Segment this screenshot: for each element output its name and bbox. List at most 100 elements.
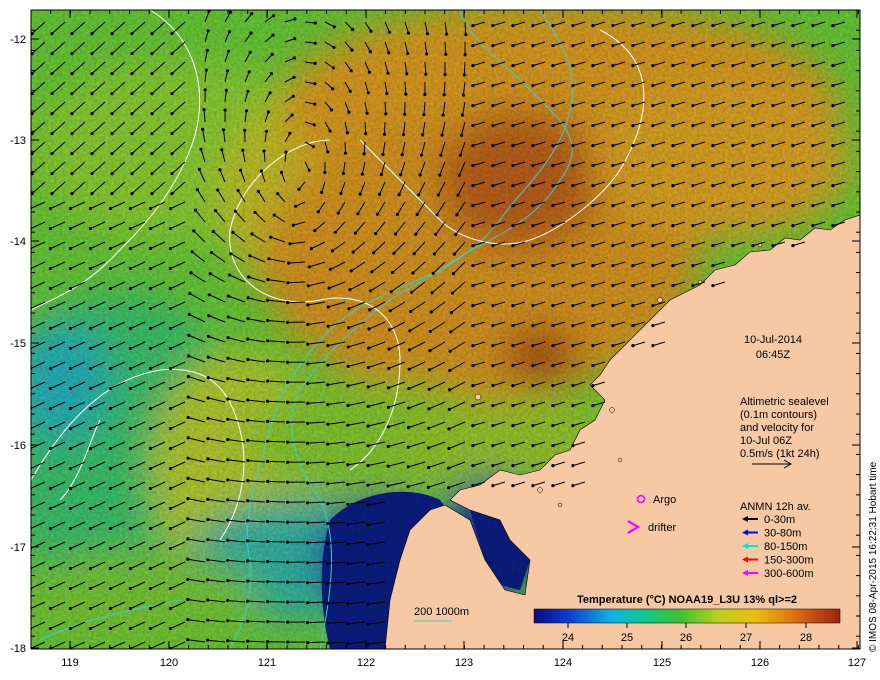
colorbar-tick: 25 xyxy=(621,632,633,644)
velocity-arrow-head xyxy=(108,366,113,371)
velocity-arrow-head xyxy=(441,113,445,117)
velocity-arrow-head xyxy=(651,284,655,288)
velocity-arrow-head xyxy=(491,344,495,348)
velocity-arrow-head xyxy=(471,424,475,428)
velocity-arrow-head xyxy=(266,479,270,483)
velocity-arrow-head xyxy=(246,378,250,382)
velocity-arrow-head xyxy=(48,606,53,611)
velocity-arrow-head xyxy=(771,84,775,88)
velocity-arrow-head xyxy=(128,346,133,351)
velocity-arrow-head xyxy=(356,212,360,216)
velocity-arrow-head xyxy=(452,252,457,256)
velocity-arrow-head xyxy=(447,466,451,470)
velocity-arrow-head xyxy=(551,364,555,368)
velocity-arrow-head xyxy=(313,21,317,25)
velocity-arrow-head xyxy=(246,357,250,362)
velocity-arrow-head xyxy=(348,288,352,292)
velocity-arrow-head xyxy=(70,31,74,36)
velocity-arrow-head xyxy=(332,45,336,50)
velocity-arrow-head xyxy=(306,541,310,545)
velocity-arrow-head xyxy=(306,303,310,307)
velocity-arrow-head xyxy=(571,344,575,348)
velocity-arrow-head xyxy=(631,84,635,88)
velocity-arrow-head xyxy=(389,290,393,294)
velocity-arrow-head xyxy=(108,246,113,251)
velocity-arrow-head xyxy=(531,484,535,488)
velocity-arrow-head xyxy=(426,485,430,489)
velocity-arrow-head xyxy=(279,170,284,174)
isobath-label: 200 1000m xyxy=(414,606,469,618)
velocity-arrow-head xyxy=(631,144,635,148)
lat-tick: -16 xyxy=(10,440,26,452)
velocity-arrow-head xyxy=(187,354,191,358)
velocity-arrow-head xyxy=(551,264,555,268)
velocity-arrow xyxy=(267,440,286,443)
velocity-arrow-head xyxy=(771,144,775,148)
velocity-arrow-head xyxy=(50,31,54,36)
velocity-arrow-head xyxy=(811,104,815,108)
velocity-arrow-head xyxy=(364,132,368,136)
velocity-arrow-head xyxy=(392,251,396,255)
velocity-arrow-head xyxy=(491,64,495,68)
velocity-arrow-head xyxy=(223,108,227,112)
velocity-arrow-head xyxy=(227,294,231,298)
velocity-arrow-head xyxy=(290,113,294,117)
velocity-arrow-head xyxy=(150,72,154,76)
velocity-arrow-head xyxy=(311,145,315,149)
velocity-arrow-head xyxy=(246,519,250,523)
velocity-arrow xyxy=(267,500,286,503)
velocity-arrow-head xyxy=(68,506,73,511)
velocity-arrow-head xyxy=(306,601,310,605)
velocity-arrow-head xyxy=(88,226,93,231)
velocity-arrow-head xyxy=(591,144,595,148)
velocity-arrow-head xyxy=(631,184,635,188)
velocity-arrow-head xyxy=(68,326,73,331)
velocity-arrow-head xyxy=(811,224,815,228)
velocity-arrow-head xyxy=(611,64,615,68)
velocity-arrow-head xyxy=(226,639,230,643)
velocity-arrow-head xyxy=(48,486,53,491)
velocity-arrow-head xyxy=(611,24,615,28)
velocity-arrow-head xyxy=(226,538,230,542)
velocity-arrow-head xyxy=(531,164,535,168)
velocity-arrow-head xyxy=(417,193,421,197)
velocity-arrow-head xyxy=(128,386,133,391)
velocity-arrow-head xyxy=(651,224,655,228)
velocity-arrow-head xyxy=(226,458,230,462)
velocity-arrow-head xyxy=(406,485,410,489)
velocity-arrow-head xyxy=(306,641,310,645)
velocity-arrow-head xyxy=(266,539,270,544)
velocity-arrow-head xyxy=(286,560,290,564)
velocity-arrow-head xyxy=(48,386,53,391)
lon-tick: 122 xyxy=(357,657,375,669)
velocity-arrow-head xyxy=(108,506,113,511)
velocity-arrow-head xyxy=(671,224,675,228)
velocity-arrow-head xyxy=(418,173,422,177)
velocity-arrow-head xyxy=(366,444,370,448)
velocity-arrow-head xyxy=(771,224,775,228)
velocity-arrow-head xyxy=(426,465,431,470)
velocity-arrow-head xyxy=(711,264,715,268)
velocity-arrow-head xyxy=(90,92,94,96)
velocity-arrow-head xyxy=(186,517,190,521)
velocity-arrow-head xyxy=(346,562,350,566)
velocity-arrow-head xyxy=(611,284,615,288)
velocity-arrow-head xyxy=(811,184,815,188)
velocity-arrow-head xyxy=(388,30,392,34)
lat-axis: -12 -13 -14 -15 -16 -17 -18 xyxy=(10,34,26,655)
lat-tick: -18 xyxy=(10,643,26,655)
velocity-arrow-head xyxy=(403,112,407,116)
velocity-arrow-head xyxy=(691,284,695,288)
velocity-arrow-head xyxy=(48,246,53,251)
velocity-arrow-head xyxy=(531,324,535,328)
velocity-arrow-head xyxy=(511,364,515,368)
velocity-arrow-head xyxy=(221,128,226,132)
velocity-arrow-head xyxy=(128,506,133,511)
velocity-arrow-head xyxy=(206,638,210,642)
velocity-arrow-head xyxy=(491,24,495,28)
velocity-arrow-head xyxy=(187,333,191,337)
velocity-arrow-head xyxy=(148,446,153,451)
velocity-arrow-head xyxy=(266,399,270,403)
velocity-arrow-head xyxy=(187,312,191,317)
velocity-arrow-head xyxy=(511,44,515,48)
